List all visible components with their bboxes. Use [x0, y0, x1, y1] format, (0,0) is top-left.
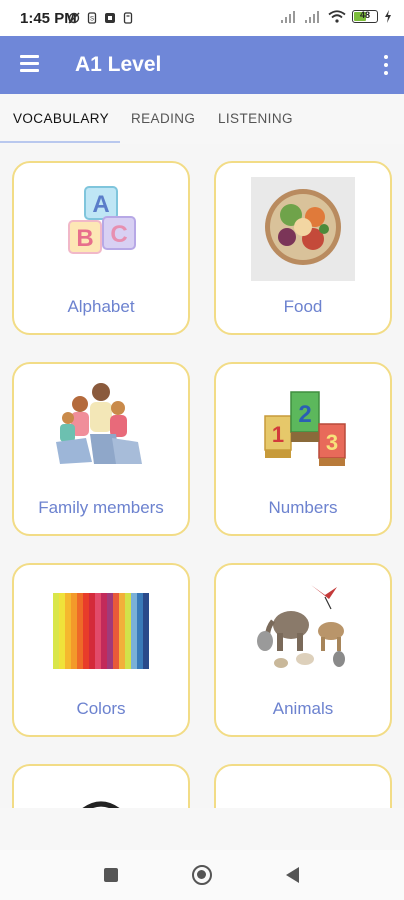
card-label: Alphabet — [67, 297, 135, 316]
number-blocks-image: 1 2 3 — [264, 391, 346, 466]
card-alphabet[interactable]: A B C Alphabet — [12, 161, 190, 335]
app-bar: A1 Level — [0, 36, 404, 94]
system-nav-bar — [0, 850, 404, 900]
battery-level: 48 — [359, 10, 370, 20]
svg-text:S: S — [90, 17, 94, 23]
battery-icon: 48 — [352, 10, 378, 23]
menu-icon[interactable] — [20, 54, 40, 74]
svg-text:C: C — [110, 221, 127, 248]
signal-icon — [305, 10, 319, 23]
tab-reading[interactable]: READING — [131, 111, 195, 126]
card-family-members[interactable]: Family members — [12, 362, 190, 536]
card-label: Colors — [76, 699, 126, 718]
home-button[interactable] — [192, 865, 212, 885]
card-label: Numbers — [268, 498, 338, 517]
svg-text:B: B — [76, 225, 93, 252]
card-telephone[interactable] — [12, 764, 190, 808]
tab-listening[interactable]: LISTENING — [218, 111, 293, 126]
storage-icon — [123, 12, 133, 24]
color-stripes-image — [53, 593, 149, 669]
signal-icon — [281, 10, 295, 23]
svg-text:2: 2 — [298, 401, 311, 428]
card-globe[interactable] — [214, 764, 392, 808]
status-left-icons: S — [68, 12, 134, 24]
charging-icon — [385, 10, 391, 23]
card-label: Family members — [38, 498, 164, 517]
more-options-icon[interactable] — [382, 54, 390, 76]
card-animals[interactable]: Animals — [214, 563, 392, 737]
abc-blocks-image: A B C — [68, 186, 136, 254]
notification-icon — [105, 13, 115, 23]
svg-text:1: 1 — [272, 422, 284, 447]
animals-image — [257, 585, 345, 668]
card-food[interactable]: Food — [214, 161, 392, 335]
svg-text:3: 3 — [326, 430, 338, 455]
sim-icon: S — [87, 12, 97, 24]
tab-indicator — [0, 141, 120, 143]
back-button[interactable] — [286, 867, 299, 883]
food-bowl-image — [251, 177, 355, 281]
card-numbers[interactable]: 1 2 3 Numbers — [214, 362, 392, 536]
recent-apps-button[interactable] — [104, 868, 118, 882]
wifi-icon — [328, 10, 346, 23]
card-label: Animals — [272, 699, 334, 718]
tab-vocabulary[interactable]: VOCABULARY — [13, 111, 109, 126]
card-label: Food — [283, 297, 323, 316]
family-photo-image — [56, 383, 142, 464]
telephone-image — [82, 801, 120, 808]
tab-bar: VOCABULARY READING LISTENING — [0, 94, 404, 144]
app-title: A1 Level — [75, 53, 162, 76]
status-bar: 1:45 PM S 48 — [0, 0, 404, 36]
status-right-icons: 48 — [280, 10, 392, 23]
card-colors[interactable]: Colors — [12, 563, 190, 737]
no-alarm-icon — [68, 12, 80, 24]
vocabulary-grid: A B C Alphabet Food Family members 1 2 3… — [0, 144, 404, 808]
svg-text:A: A — [92, 191, 109, 218]
globe-image — [253, 780, 353, 808]
